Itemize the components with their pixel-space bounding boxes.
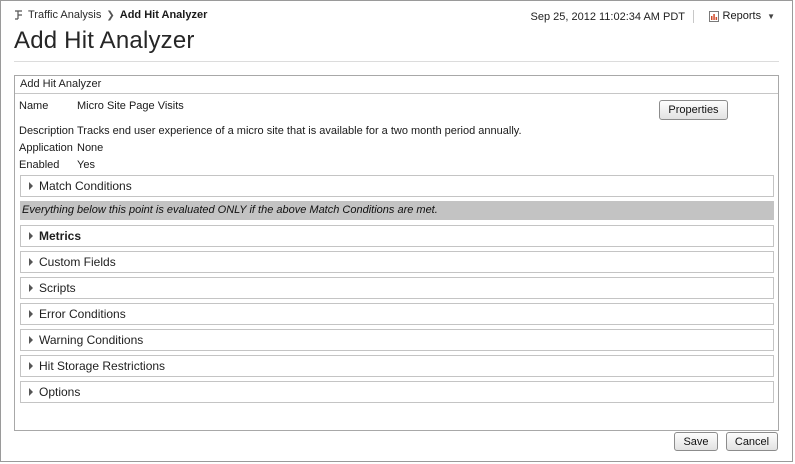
breadcrumb-current: Add Hit Analyzer bbox=[119, 9, 208, 21]
section-label: Metrics bbox=[39, 229, 82, 243]
section-label: Match Conditions bbox=[39, 179, 132, 193]
description-value: Tracks end user experience of a micro si… bbox=[77, 125, 522, 137]
expand-arrow-icon bbox=[29, 336, 33, 344]
section-custom-fields[interactable]: Custom Fields bbox=[20, 251, 774, 273]
section-label: Hit Storage Restrictions bbox=[39, 359, 166, 373]
reports-menu[interactable]: Reports ▼ bbox=[708, 10, 775, 22]
section-error-conditions[interactable]: Error Conditions bbox=[20, 303, 774, 325]
expand-arrow-icon bbox=[29, 258, 33, 266]
section-label: Error Conditions bbox=[39, 307, 126, 321]
section-label: Options bbox=[39, 385, 81, 399]
save-button[interactable]: Save bbox=[674, 432, 718, 451]
section-match-conditions[interactable]: Match Conditions bbox=[20, 175, 774, 197]
application-value: None bbox=[77, 142, 104, 154]
page-title: Add Hit Analyzer bbox=[14, 27, 195, 54]
section-label: Custom Fields bbox=[39, 255, 116, 269]
section-options[interactable]: Options bbox=[20, 381, 774, 403]
expand-arrow-icon bbox=[29, 362, 33, 370]
enabled-value: Yes bbox=[77, 159, 95, 171]
breadcrumb-traffic-analysis-link[interactable]: Traffic Analysis bbox=[28, 9, 101, 21]
section-scripts[interactable]: Scripts bbox=[20, 277, 774, 299]
top-bar: Traffic Analysis ❯ Add Hit Analyzer Sep … bbox=[14, 9, 777, 25]
application-label: Application bbox=[19, 142, 73, 154]
reports-label: Reports bbox=[722, 10, 762, 22]
traffic-analysis-icon bbox=[14, 9, 24, 21]
divider bbox=[693, 10, 694, 23]
breadcrumb: Traffic Analysis ❯ Add Hit Analyzer bbox=[14, 9, 207, 21]
section-label: Scripts bbox=[39, 281, 76, 295]
timestamp: Sep 25, 2012 11:02:34 AM PDT bbox=[530, 11, 685, 23]
expand-arrow-icon bbox=[29, 388, 33, 396]
title-divider bbox=[14, 61, 779, 62]
evaluation-notice: Everything below this point is evaluated… bbox=[20, 201, 774, 220]
chevron-right-icon: ❯ bbox=[106, 9, 115, 21]
name-value: Micro Site Page Visits bbox=[77, 100, 184, 112]
properties-button[interactable]: Properties bbox=[659, 100, 728, 120]
expand-arrow-icon bbox=[29, 182, 33, 190]
expand-arrow-icon bbox=[29, 310, 33, 318]
dropdown-arrow-icon: ▼ bbox=[767, 11, 775, 21]
description-label: Description bbox=[19, 125, 75, 137]
hit-analyzer-panel: Add Hit Analyzer Name Micro Site Page Vi… bbox=[14, 75, 779, 431]
expand-arrow-icon bbox=[29, 284, 33, 292]
name-label: Name bbox=[19, 100, 49, 112]
report-icon bbox=[708, 10, 719, 22]
section-hit-storage-restrictions[interactable]: Hit Storage Restrictions bbox=[20, 355, 774, 377]
panel-header: Add Hit Analyzer bbox=[15, 76, 778, 94]
section-label: Warning Conditions bbox=[39, 333, 144, 347]
cancel-button[interactable]: Cancel bbox=[726, 432, 778, 451]
expand-arrow-icon bbox=[29, 232, 33, 240]
section-warning-conditions[interactable]: Warning Conditions bbox=[20, 329, 774, 351]
enabled-label: Enabled bbox=[19, 159, 60, 171]
section-metrics[interactable]: Metrics bbox=[20, 225, 774, 247]
